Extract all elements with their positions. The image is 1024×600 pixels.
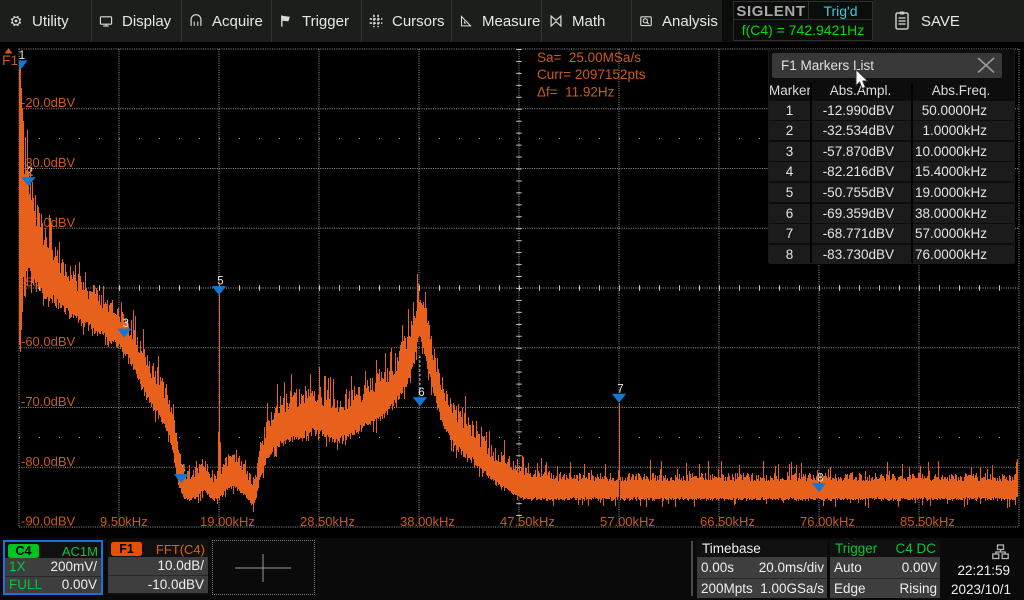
svg-text:57.00kHz: 57.00kHz [600, 514, 655, 529]
svg-text:-80.0dBV: -80.0dBV [21, 454, 76, 469]
svg-text:5: 5 [217, 276, 223, 288]
svg-text:Δf= 11.92Hz: Δf= 11.92Hz [537, 85, 615, 100]
svg-text:47.50kHz: 47.50kHz [500, 514, 555, 529]
svg-text:38.00kHz: 38.00kHz [400, 514, 455, 529]
svg-text:9.50kHz: 9.50kHz [100, 514, 148, 529]
svg-text:-90.0dBV: -90.0dBV [21, 514, 76, 529]
svg-text:7: 7 [617, 383, 623, 395]
svg-text:1: 1 [19, 50, 25, 62]
svg-text:85.50kHz: 85.50kHz [900, 514, 955, 529]
svg-text:6: 6 [418, 387, 424, 399]
svg-text:-20.0dBV: -20.0dBV [21, 95, 76, 110]
svg-text:Curr= 2097152pts: Curr= 2097152pts [537, 67, 646, 82]
svg-text:3: 3 [123, 318, 129, 330]
svg-text:66.50kHz: 66.50kHz [700, 514, 755, 529]
svg-text:28.50kHz: 28.50kHz [300, 514, 355, 529]
svg-text:Sa= 25.00MSa/s: Sa= 25.00MSa/s [537, 50, 641, 65]
svg-text:-70.0dBV: -70.0dBV [21, 394, 76, 409]
svg-text:F1: F1 [2, 52, 19, 68]
svg-text:8: 8 [817, 473, 823, 485]
svg-text:19.00kHz: 19.00kHz [200, 514, 255, 529]
svg-text:76.00kHz: 76.00kHz [800, 514, 855, 529]
svg-text:-60.0dBV: -60.0dBV [21, 334, 76, 349]
